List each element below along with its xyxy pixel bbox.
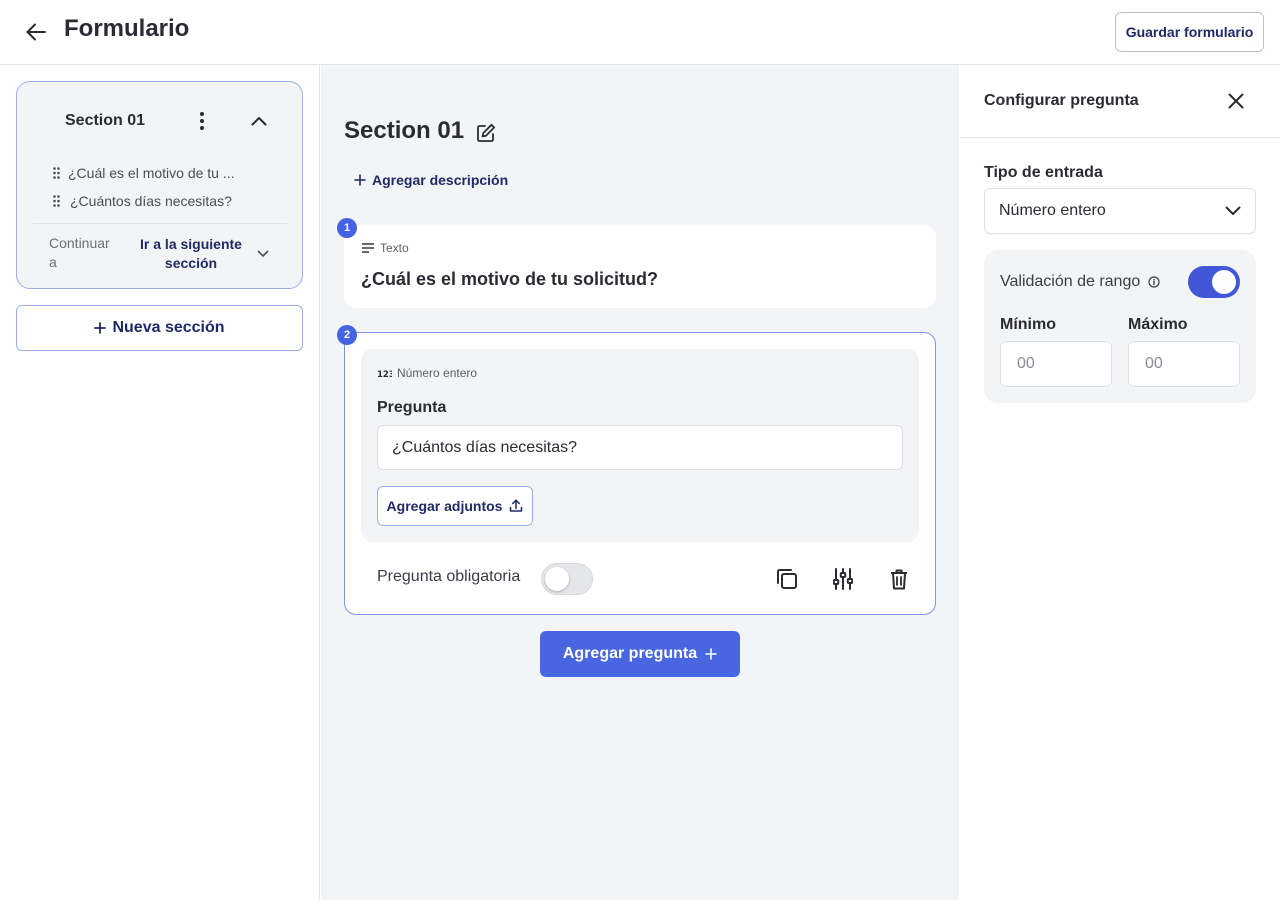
top-bar: Formulario Guardar formulario: [0, 0, 1280, 65]
question-body: 123 Número entero Pregunta Agregar adjun…: [361, 349, 919, 542]
edit-section-title-button[interactable]: [473, 120, 499, 146]
upload-icon: [510, 499, 523, 512]
config-panel-header: Configurar pregunta: [960, 65, 1280, 138]
chevron-down-icon: [1225, 206, 1241, 215]
max-input[interactable]: [1128, 341, 1240, 387]
save-form-button[interactable]: Guardar formulario: [1115, 12, 1264, 52]
required-question-label: Pregunta obligatoria: [377, 568, 521, 585]
question-field-label: Pregunta: [377, 399, 447, 416]
drag-handle-icon[interactable]: [50, 195, 62, 207]
close-icon: [1228, 93, 1244, 109]
trash-icon: [891, 569, 907, 589]
info-icon[interactable]: [1148, 276, 1160, 288]
toggle-knob: [1212, 270, 1236, 294]
sidebar-question-item[interactable]: ¿Cuántos días necesitas?: [50, 191, 232, 211]
add-attachments-button[interactable]: Agregar adjuntos: [377, 486, 533, 526]
input-type-select[interactable]: Número entero: [984, 188, 1256, 234]
collapse-section-button[interactable]: [247, 108, 271, 134]
max-label: Máximo: [1128, 316, 1188, 333]
question-card-active[interactable]: 123 Número entero Pregunta Agregar adjun…: [344, 332, 936, 615]
sidebar-question-item[interactable]: ¿Cuál es el motivo de tu ...: [50, 163, 235, 183]
plus-icon: [705, 648, 717, 660]
question-card[interactable]: Texto ¿Cuál es el motivo de tu solicitud…: [344, 225, 936, 308]
question-type: 123 Número entero: [377, 366, 477, 380]
section-title: Section 01: [344, 117, 465, 144]
range-validation-label: Validación de rango: [1000, 273, 1141, 290]
sliders-icon: [833, 568, 853, 590]
add-attachments-label: Agregar adjuntos: [386, 498, 503, 514]
add-description-button[interactable]: Agregar descripción: [354, 169, 508, 191]
plus-icon: [354, 174, 366, 186]
plus-icon: [94, 322, 107, 334]
section-menu-button[interactable]: [191, 108, 213, 134]
page-title: Formulario: [64, 15, 190, 42]
continue-to-select[interactable]: Ir a la siguiente sección: [129, 234, 279, 274]
chevron-up-icon: [251, 117, 267, 126]
question-settings-button[interactable]: [828, 564, 858, 594]
sidebar-question-label: ¿Cuál es el motivo de tu ...: [68, 165, 235, 181]
question-config-panel: Configurar pregunta Tipo de entrada Núme…: [960, 65, 1280, 900]
section-card[interactable]: Section 01 ¿Cuál es el motivo de tu ... …: [16, 81, 303, 289]
question-number-badge: 1: [337, 218, 357, 238]
more-vertical-icon: [200, 112, 204, 130]
question-number-badge: 2: [337, 325, 357, 345]
svg-text:123: 123: [377, 370, 392, 378]
config-panel-title: Configurar pregunta: [984, 92, 1139, 109]
back-button[interactable]: [22, 18, 50, 46]
range-validation-label-wrap: Validación de rango: [1000, 273, 1160, 291]
delete-question-button[interactable]: [884, 564, 914, 594]
question-type: Texto: [362, 241, 409, 255]
add-question-label: Agregar pregunta: [562, 645, 698, 662]
chevron-down-icon: [257, 250, 269, 257]
min-label: Mínimo: [1000, 316, 1056, 333]
section-card-title: Section 01: [65, 112, 146, 129]
sections-sidebar: Section 01 ¿Cuál es el motivo de tu ... …: [0, 65, 320, 900]
close-config-button[interactable]: [1222, 87, 1250, 115]
question-title: ¿Cuál es el motivo de tu solicitud?: [361, 269, 659, 289]
range-validation-box: Validación de rango Mínimo Máximo: [984, 250, 1256, 403]
arrow-left-icon: [26, 23, 46, 41]
continue-label: Continuar a: [49, 235, 110, 270]
add-description-label: Agregar descripción: [372, 172, 509, 188]
new-section-label: Nueva sección: [112, 319, 225, 336]
continue-to-value: Ir a la siguiente sección: [140, 236, 242, 271]
range-validation-toggle[interactable]: [1188, 266, 1240, 298]
question-type-label: Texto: [380, 241, 409, 255]
add-question-button[interactable]: Agregar pregunta: [540, 631, 740, 677]
toggle-knob: [545, 567, 569, 591]
question-type-label: Número entero: [397, 366, 478, 380]
question-text-input[interactable]: [377, 425, 903, 470]
duplicate-question-button[interactable]: [772, 564, 802, 594]
input-type-label: Tipo de entrada: [984, 164, 1103, 181]
copy-icon: [777, 569, 797, 589]
min-input[interactable]: [1000, 341, 1112, 387]
divider: [33, 223, 287, 224]
sidebar-question-label: ¿Cuántos días necesitas?: [70, 193, 232, 209]
form-editor: Section 01 Agregar descripción Texto ¿Cu…: [321, 65, 959, 900]
number-123-icon: 123: [377, 370, 392, 378]
new-section-button[interactable]: Nueva sección: [16, 305, 303, 351]
drag-handle-icon[interactable]: [50, 167, 62, 179]
input-type-value: Número entero: [999, 202, 1106, 219]
text-lines-icon: [362, 243, 374, 253]
required-question-toggle[interactable]: [541, 563, 593, 595]
pencil-icon: [477, 123, 496, 142]
